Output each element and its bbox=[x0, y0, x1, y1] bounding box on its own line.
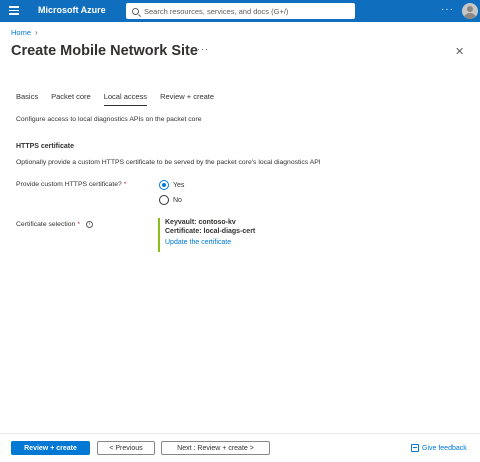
next-review-create-button[interactable]: Next : Review + create > bbox=[161, 441, 270, 455]
required-indicator: * bbox=[77, 221, 80, 228]
radio-label-yes: Yes bbox=[173, 181, 185, 189]
give-feedback-link[interactable]: Give feedback bbox=[411, 444, 467, 452]
section-description: Optionally provide a custom HTTPS certif… bbox=[16, 159, 321, 166]
tab-review-create[interactable]: Review + create bbox=[160, 92, 214, 106]
portal-brand[interactable]: Microsoft Azure bbox=[38, 5, 106, 15]
chevron-right-icon: › bbox=[35, 28, 38, 37]
menu-icon[interactable] bbox=[9, 6, 19, 15]
radio-label-no: No bbox=[173, 196, 182, 204]
tab-local-access[interactable]: Local access bbox=[103, 92, 148, 106]
feedback-icon bbox=[411, 444, 419, 452]
tab-description: Configure access to local diagnostics AP… bbox=[16, 116, 202, 123]
radio-button-checked[interactable] bbox=[159, 180, 169, 190]
more-options-icon[interactable]: ··· bbox=[441, 4, 454, 15]
avatar-head-shape bbox=[467, 6, 473, 12]
keyvault-name: Keyvault: contoso-kv bbox=[165, 219, 236, 226]
tab-packet-core[interactable]: Packet core bbox=[51, 92, 91, 106]
breadcrumb: Home › bbox=[11, 28, 38, 37]
info-icon[interactable]: i bbox=[85, 221, 93, 228]
custom-cert-field-label: Provide custom HTTPS certificate? * bbox=[16, 181, 126, 188]
page-title: Create Mobile Network Site bbox=[11, 43, 198, 59]
avatar-body-shape bbox=[464, 13, 476, 19]
section-title-https-certificate: HTTPS certificate bbox=[16, 143, 74, 150]
top-navigation-bar: Microsoft Azure Search resources, servic… bbox=[0, 0, 480, 22]
radio-button-unchecked[interactable] bbox=[159, 195, 169, 205]
certificate-summary: Keyvault: contoso-kv Certificate: local-… bbox=[158, 218, 255, 252]
wizard-tabs: Basics Packet core Local access Review +… bbox=[16, 92, 227, 106]
required-indicator: * bbox=[123, 181, 127, 188]
global-search-box[interactable]: Search resources, services, and docs (G+… bbox=[126, 3, 355, 19]
search-placeholder: Search resources, services, and docs (G+… bbox=[144, 6, 289, 16]
breadcrumb-home-link[interactable]: Home bbox=[11, 28, 31, 37]
previous-button[interactable]: < Previous bbox=[97, 441, 155, 455]
radio-option-yes[interactable]: Yes bbox=[159, 180, 184, 190]
custom-cert-label-text: Provide custom HTTPS certificate? bbox=[16, 181, 122, 188]
search-icon bbox=[132, 7, 139, 15]
update-certificate-link[interactable]: Update the certificate bbox=[165, 238, 255, 248]
cert-selection-label-text: Certificate selection bbox=[16, 221, 76, 228]
cert-selection-field-label: Certificate selection * i bbox=[16, 221, 93, 228]
close-icon[interactable]: ✕ bbox=[455, 45, 464, 58]
tab-basics[interactable]: Basics bbox=[16, 92, 38, 106]
avatar[interactable] bbox=[462, 3, 478, 19]
title-more-options-icon[interactable]: ··· bbox=[197, 44, 209, 54]
review-create-button[interactable]: Review + create bbox=[11, 441, 90, 455]
footer-divider bbox=[0, 433, 480, 434]
certificate-name: Certificate: local-diags-cert bbox=[165, 228, 256, 235]
give-feedback-label: Give feedback bbox=[422, 444, 467, 452]
radio-option-no[interactable]: No bbox=[159, 195, 182, 205]
